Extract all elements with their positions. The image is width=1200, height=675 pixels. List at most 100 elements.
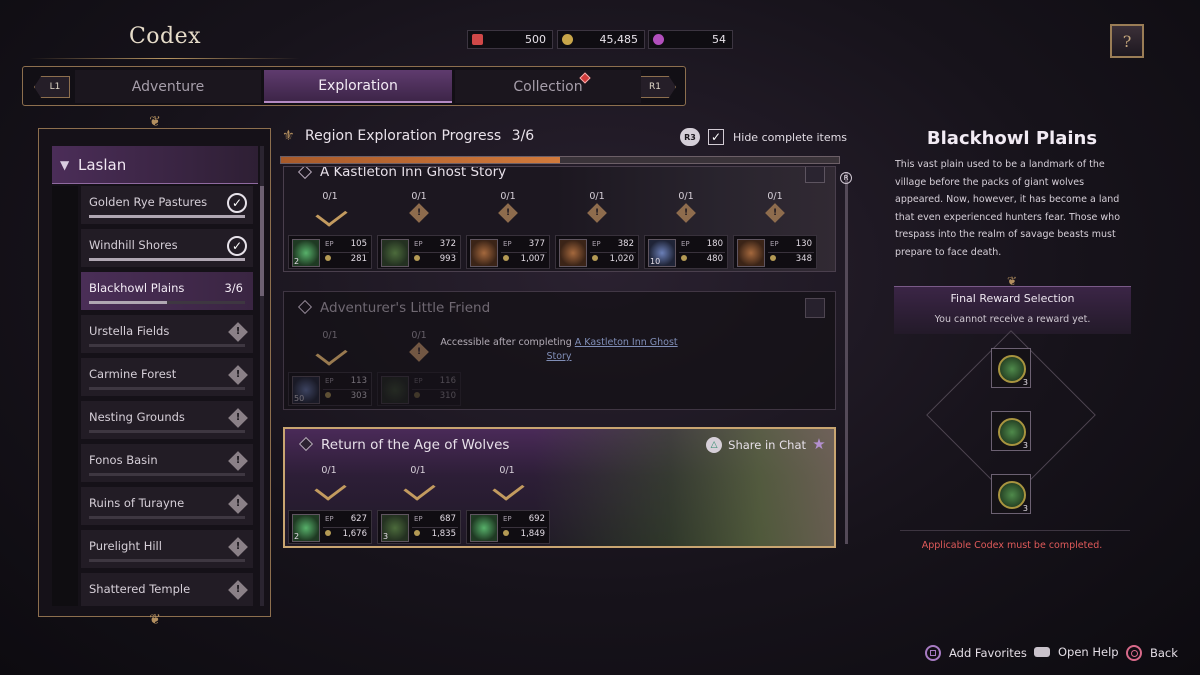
- help-book-button[interactable]: ?: [1110, 24, 1144, 58]
- codex-card-kastleton-inn[interactable]: A Kastleton Inn Ghost Story 0/1 0/1 ! 0/…: [283, 166, 836, 272]
- alert-diamond-icon: !: [409, 342, 429, 362]
- sidebar-item-progress: [89, 215, 245, 218]
- reward-slot[interactable]: 10 EP 180 480: [644, 235, 728, 269]
- add-favorites-button[interactable]: Add Favorites: [925, 645, 1027, 661]
- r-stick-icon: R: [840, 172, 852, 184]
- alert-diamond-icon: !: [676, 203, 696, 223]
- sidebar-item-urstella-fields[interactable]: Urstella Fields !: [81, 315, 253, 353]
- exp-icon: EP: [325, 240, 334, 248]
- gil-coin-icon: [325, 392, 331, 398]
- hide-complete-toggle[interactable]: R3 ✓ Hide complete items: [680, 128, 847, 146]
- reward-slot[interactable]: EP 692 1,849: [466, 510, 550, 544]
- sidebar-item-progress: [89, 301, 245, 304]
- codex-card-adventurers-little-friend[interactable]: Adventurer's Little Friend 0/1 0/1 ! Acc…: [283, 291, 836, 410]
- reward-slot[interactable]: 2 EP 105 281: [288, 235, 372, 269]
- alert-diamond-icon: !: [409, 203, 429, 223]
- sidebar-item-progress: [89, 516, 245, 519]
- sidebar-item-label: Blackhowl Plains: [89, 281, 185, 295]
- r1-shoulder-button[interactable]: R1: [640, 76, 676, 98]
- exp-icon: EP: [325, 377, 334, 385]
- sidebar-item-windhill-shores[interactable]: Windhill Shores ✓: [81, 229, 253, 267]
- help-book-icon: ?: [1122, 31, 1132, 51]
- reward-slot[interactable]: EP 382 1,020: [555, 235, 639, 269]
- alert-diamond-icon: !: [498, 203, 518, 223]
- gil-coin-icon: [325, 255, 331, 261]
- final-reward-option-1[interactable]: 3: [991, 348, 1031, 388]
- card-title: A Kastleton Inn Ghost Story: [320, 166, 507, 180]
- sidebar-item-ruins-of-turayne[interactable]: Ruins of Turayne !: [81, 487, 253, 525]
- checkbox-checked-icon[interactable]: ✓: [708, 129, 724, 145]
- reward-slot[interactable]: EP 130 348: [733, 235, 817, 269]
- gil-coin-icon: [681, 255, 687, 261]
- tab-collection[interactable]: Collection: [455, 70, 641, 103]
- exp-icon: EP: [503, 240, 512, 248]
- final-reward-option-2[interactable]: 3: [991, 411, 1031, 451]
- cards-scrollbar[interactable]: [845, 172, 848, 544]
- chevron-marker-icon: [494, 480, 520, 498]
- l1-shoulder-button[interactable]: L1: [34, 76, 70, 98]
- milestone: 0/1 !: [735, 191, 815, 223]
- fleur-icon: ⚜: [282, 128, 295, 144]
- bottom-ornament-icon: ❦: [149, 612, 161, 628]
- chevron-marker-icon: [317, 345, 343, 363]
- gil-coin-icon: [503, 255, 509, 261]
- diamond-icon: [297, 167, 313, 180]
- final-reward-title: Final Reward Selection: [950, 292, 1075, 305]
- codex-card-return-of-the-age-of-wolves[interactable]: Return of the Age of Wolves △ Share in C…: [283, 427, 836, 548]
- exploration-progress-count: 3/6: [511, 128, 535, 144]
- diamond-icon: [297, 299, 313, 315]
- exp-icon: EP: [681, 240, 690, 248]
- card-corner-icon: [805, 167, 825, 183]
- chevron-marker-icon: [405, 480, 431, 498]
- reward-slot[interactable]: EP 372 993: [377, 235, 461, 269]
- sidebar-item-golden-rye-pastures[interactable]: Golden Rye Pastures ✓: [81, 186, 253, 224]
- tab-adventure[interactable]: Adventure: [75, 70, 261, 103]
- sidebar-item-count: 3/6: [224, 281, 243, 295]
- sidebar-item-blackhowl-plains[interactable]: Blackhowl Plains 3/6: [81, 272, 253, 310]
- favorite-star-icon[interactable]: ★: [810, 435, 828, 453]
- alert-diamond-icon: !: [228, 365, 248, 385]
- reward-slot[interactable]: 50 EP 113 303: [288, 372, 372, 406]
- milestone: 0/1 !: [379, 191, 459, 223]
- reward-slot[interactable]: EP 377 1,007: [466, 235, 550, 269]
- card-corner-icon: [805, 298, 825, 318]
- sidebar-item-progress: [89, 430, 245, 433]
- sidebar-item-shattered-temple[interactable]: Shattered Temple !: [81, 573, 253, 606]
- sidebar-item-purelight-hill[interactable]: Purelight Hill !: [81, 530, 253, 568]
- tab-exploration[interactable]: Exploration: [264, 70, 452, 103]
- sidebar-item-carmine-forest[interactable]: Carmine Forest !: [81, 358, 253, 396]
- exploration-progress-label: Region Exploration Progress: [305, 128, 502, 144]
- card-title: Return of the Age of Wolves: [321, 437, 510, 453]
- milestone: 0/1 !: [468, 191, 548, 223]
- list-scrollbar-thumb[interactable]: [260, 186, 264, 296]
- reward-slot[interactable]: 2 EP 627 1,676: [288, 510, 372, 544]
- check-circle-icon: ✓: [227, 193, 247, 213]
- reward-slot[interactable]: 3 EP 687 1,835: [377, 510, 461, 544]
- gil-coin-icon: [770, 255, 776, 261]
- share-label: Share in Chat: [728, 438, 806, 452]
- page-title: Codex: [128, 24, 202, 49]
- sidebar-item-nesting-grounds[interactable]: Nesting Grounds !: [81, 401, 253, 439]
- alert-diamond-icon: !: [228, 451, 248, 471]
- add-favorites-label: Add Favorites: [949, 646, 1027, 660]
- exp-icon: EP: [503, 515, 512, 523]
- locked-message: Accessible after completing A Kastleton …: [440, 337, 678, 362]
- exp-icon: EP: [414, 240, 423, 248]
- chevron-down-icon: ▼: [60, 157, 70, 172]
- milestone: 0/1 !: [646, 191, 726, 223]
- exp-icon: EP: [325, 515, 334, 523]
- open-help-button[interactable]: Open Help: [1034, 645, 1119, 659]
- final-reward-option-3[interactable]: 3: [991, 474, 1031, 514]
- sidebar-item-label: Urstella Fields: [89, 324, 170, 338]
- exp-icon: EP: [414, 377, 423, 385]
- sidebar-item-progress: [89, 473, 245, 476]
- reward-slot[interactable]: EP 116 310: [377, 372, 461, 406]
- sidebar-item-fonos-basin[interactable]: Fonos Basin !: [81, 444, 253, 482]
- currency-gem: 54: [648, 30, 733, 49]
- gil-coin-icon: [414, 255, 420, 261]
- back-button[interactable]: Back: [1126, 645, 1178, 661]
- region-header-laslan[interactable]: ▼ Laslan: [52, 146, 258, 184]
- tab-collection-label: Collection: [513, 78, 583, 95]
- share-in-chat-button[interactable]: △ Share in Chat: [706, 437, 806, 453]
- touchpad-button-icon: [1034, 647, 1050, 657]
